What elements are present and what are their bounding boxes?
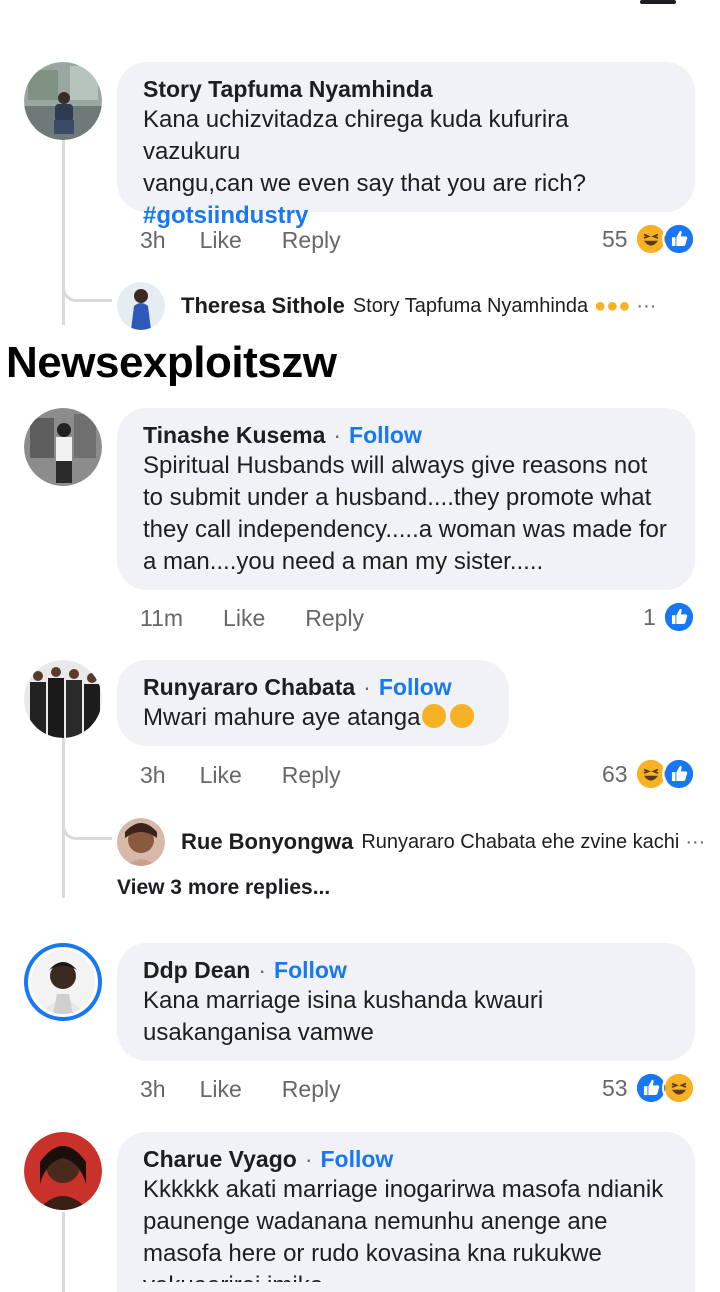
reaction-count: 53 — [602, 1074, 628, 1101]
reaction-summary[interactable]: 63 — [602, 757, 696, 791]
reply-button[interactable]: Reply — [282, 1076, 341, 1102]
separator-dot: · — [333, 422, 342, 448]
more-icon[interactable]: ··· — [685, 831, 705, 854]
like-button[interactable]: Like — [200, 227, 242, 253]
comment-actions: 3h Like Reply — [140, 1076, 379, 1103]
comment-author[interactable]: Charue Vyago — [143, 1146, 297, 1172]
comment-text: Kana marriage isina kushanda kwauri — [143, 987, 544, 1014]
separator-dot: · — [363, 674, 371, 700]
comment-time[interactable]: 3h — [140, 227, 166, 253]
reaction-summary[interactable]: 55 — [602, 222, 696, 256]
comment-text: Kana uchizvitadza chirega kuda kufurira … — [143, 106, 569, 165]
reply-button[interactable]: Reply — [282, 227, 341, 253]
thread-line — [62, 1212, 65, 1292]
follow-button[interactable]: Follow — [274, 957, 347, 983]
comment-actions: 3h Like Reply — [140, 227, 379, 254]
avatar[interactable] — [24, 943, 102, 1021]
comment-text: vangu,can we even say that you are rich? — [143, 170, 586, 197]
reply-button[interactable]: Reply — [305, 605, 364, 631]
reaction-count: 1 — [643, 603, 656, 630]
avatar[interactable] — [24, 408, 102, 486]
comment-time[interactable]: 3h — [140, 1076, 166, 1102]
comment-text: to submit under a husband....they promot… — [143, 484, 652, 511]
comment-author[interactable]: Tinashe Kusema — [143, 422, 325, 448]
comment-text: vakuaarirei imiko — [143, 1270, 669, 1282]
avatar[interactable] — [24, 660, 102, 738]
reply-preview[interactable]: Rue Bonyongwa Runyararo Chabata ehe zvin… — [117, 818, 705, 866]
like-button[interactable]: Like — [223, 605, 265, 631]
like-icon — [661, 222, 696, 256]
haha-icon — [661, 1071, 696, 1105]
comment-text: they call independency.....a woman was m… — [143, 516, 667, 543]
comment-bubble: Story Tapfuma Nyamhinda Kana uchizvitadz… — [117, 62, 695, 229]
reaction-summary[interactable]: 53 — [602, 1071, 696, 1105]
follow-button[interactable]: Follow — [379, 674, 452, 700]
thread-connector — [62, 790, 112, 840]
avatar[interactable] — [117, 282, 165, 330]
like-icon — [661, 757, 696, 791]
comment-text: Spiritual Husbands will always give reas… — [143, 452, 648, 479]
separator-dot: · — [258, 957, 267, 983]
like-button[interactable]: Like — [200, 762, 242, 788]
view-more-replies-link[interactable]: View 3 more replies... — [117, 876, 330, 900]
comment-author[interactable]: Story Tapfuma Nyamhinda — [143, 76, 433, 102]
reaction-count: 63 — [602, 760, 628, 787]
comment-time[interactable]: 11m — [140, 605, 183, 631]
comment-actions: 11m Like Reply — [140, 605, 402, 632]
thread-connector — [62, 240, 112, 302]
comment-text: paunenge wadanana nemunhu anenge ane — [143, 1208, 608, 1235]
emoji-flushed — [422, 704, 447, 728]
watermark: Newsexploitszw — [6, 338, 337, 387]
comment-text: usakanganisa vamwe — [143, 1019, 374, 1046]
reply-author[interactable]: Rue Bonyongwa — [181, 829, 353, 855]
more-icon[interactable]: ··· — [636, 295, 656, 318]
emoji-laughing: ●●● — [594, 294, 631, 317]
comment-actions: 3h Like Reply — [140, 762, 379, 789]
like-icon — [661, 600, 696, 634]
avatar[interactable] — [117, 818, 165, 866]
comment-bubble: Charue Vyago · Follow Kkkkkk akati marriag… — [117, 1132, 695, 1292]
comment-text: Kkkkkk akati marriage inogarirwa masofa … — [143, 1176, 664, 1203]
avatar[interactable] — [24, 62, 102, 140]
reaction-summary[interactable]: 1 — [643, 600, 696, 634]
avatar[interactable] — [24, 1132, 102, 1210]
comment-author[interactable]: Runyararo Chabata — [143, 674, 355, 700]
reply-preview[interactable]: Theresa Sithole Story Tapfuma Nyamhinda … — [117, 282, 656, 330]
menu-icon[interactable] — [640, 0, 676, 4]
reaction-count: 55 — [602, 225, 628, 252]
reply-text: Runyararo Chabata ehe zvine kachi — [361, 830, 680, 853]
comment-text: Mwari mahure aye atanga — [143, 704, 421, 731]
emoji-worried — [450, 704, 475, 728]
comment-text: a man....you need a man my sister..... — [143, 548, 544, 575]
reply-text: Story Tapfuma Nyamhinda — [352, 294, 589, 317]
separator-dot: · — [304, 1146, 313, 1172]
comment-bubble: Ddp Dean · Follow Kana marriage isina kush… — [117, 943, 695, 1061]
follow-button[interactable]: Follow — [320, 1146, 393, 1172]
like-button[interactable]: Like — [200, 1076, 242, 1102]
reply-button[interactable]: Reply — [282, 762, 341, 788]
comment-author[interactable]: Ddp Dean — [143, 957, 250, 983]
comment-text: masofa here or rudo kovasina kna rukukwe — [143, 1240, 602, 1267]
comment-bubble: Runyararo Chabata · Follow Mwari mahure ay… — [117, 660, 509, 746]
reply-author[interactable]: Theresa Sithole — [181, 293, 345, 319]
comment-bubble: Tinashe Kusema · Follow Spiritual Husbands… — [117, 408, 695, 590]
follow-button[interactable]: Follow — [349, 422, 422, 448]
comment-time[interactable]: 3h — [140, 762, 166, 788]
